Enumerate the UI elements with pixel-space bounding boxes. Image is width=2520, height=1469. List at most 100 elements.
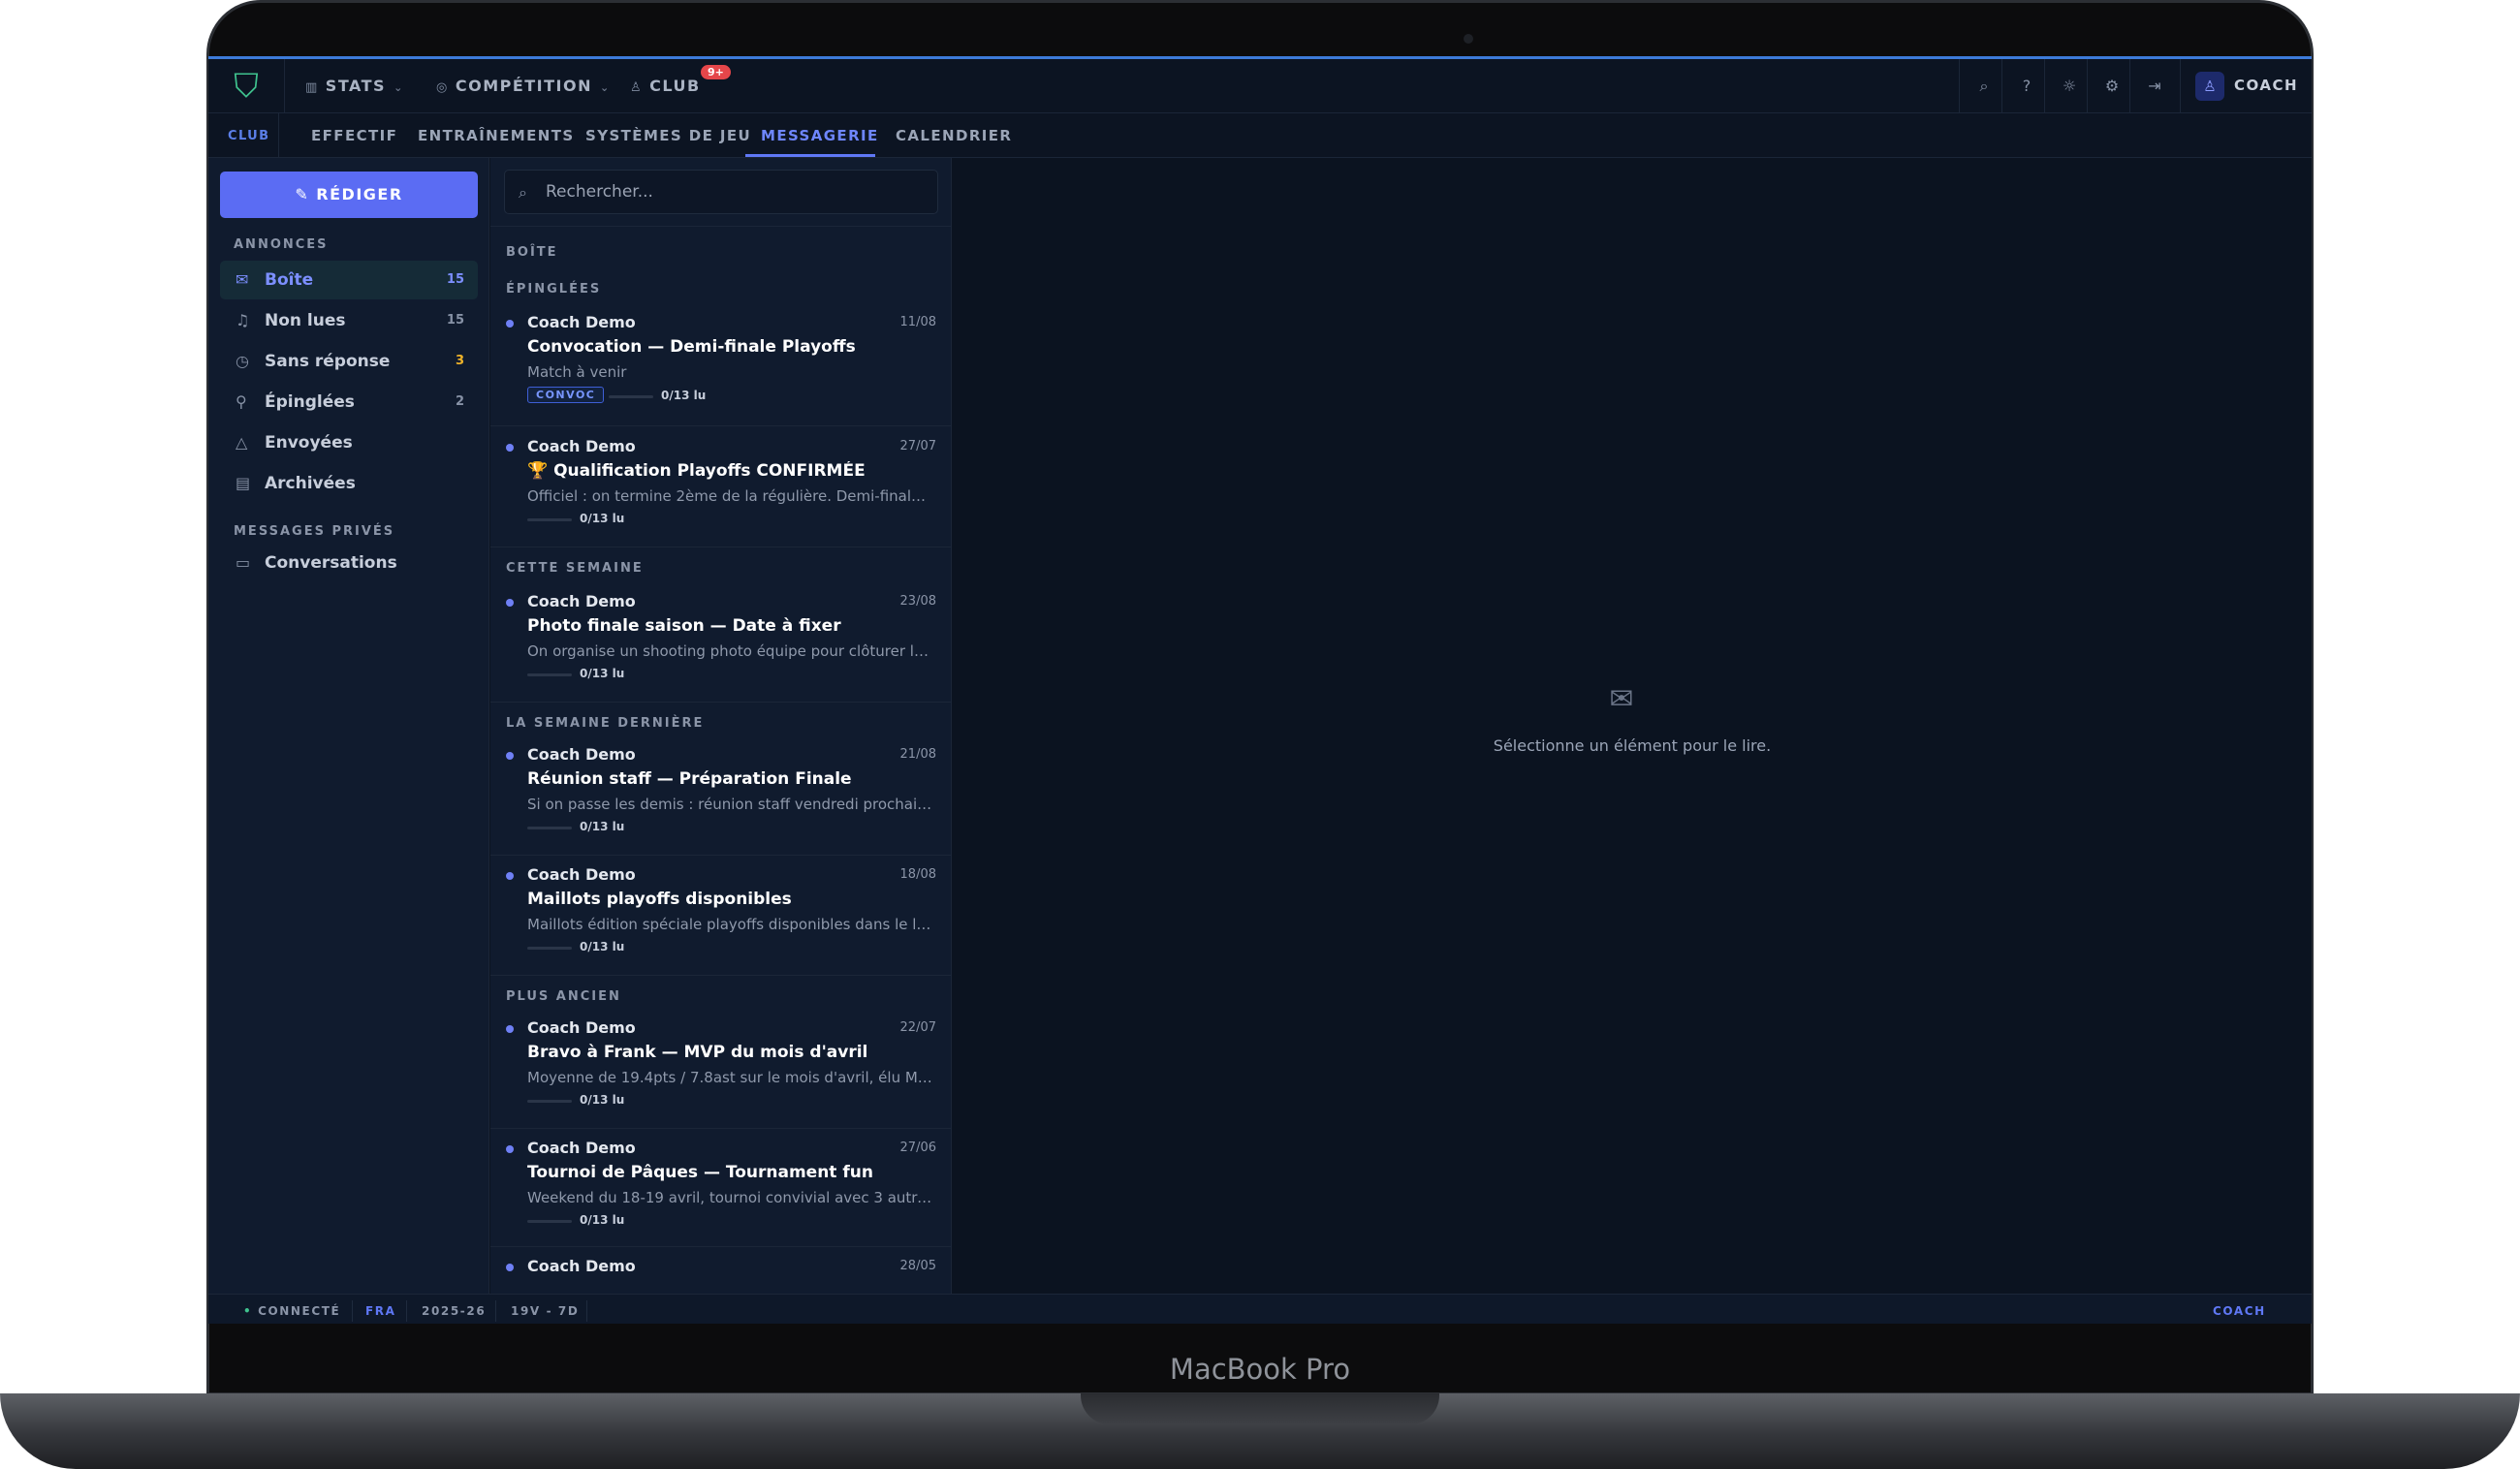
divider (352, 1300, 353, 1322)
message-preview: Weekend du 18-19 avril, tournoi convivia… (527, 1189, 934, 1206)
sidebar-item-label: Conversations (265, 553, 397, 573)
unread-dot (506, 320, 514, 328)
tab-effectif[interactable]: EFFECTIF (311, 127, 397, 144)
sidebar-item-label: Archivées (265, 474, 356, 493)
sidebar-item-count: 2 (455, 394, 464, 409)
message-sender: Coach Demo (527, 592, 636, 610)
logout-icon[interactable]: ⇥ (2143, 75, 2166, 98)
tab-systemes-de-jeu[interactable]: SYSTÈMES DE JEU (585, 127, 751, 144)
gear-icon[interactable]: ⚙ (2100, 75, 2124, 98)
notification-badge: 9+ (701, 65, 731, 79)
laptop-notch (1081, 1393, 1439, 1424)
group-header-this-week: CETTE SEMAINE (506, 561, 644, 576)
active-tab-indicator (745, 154, 875, 157)
top-bar: ⛉ ▥ STATS ⌄ ◎ COMPÉTITION ⌄ ♙ CLUB 9+ ⌕ ? ☼ ⚙… (208, 59, 2312, 113)
status-bar: • CONNECTÉ FRA 2025-26 19V - 7D COACH (208, 1294, 2312, 1324)
bar-chart-icon: ▥ (305, 80, 319, 95)
app-screen: ⛉ ▥ STATS ⌄ ◎ COMPÉTITION ⌄ ♙ CLUB 9+ ⌕ ? ☼ ⚙… (208, 56, 2312, 1324)
search-input[interactable] (546, 178, 924, 205)
user-avatar-icon[interactable]: ♙ (2195, 72, 2224, 101)
message-item[interactable]: Coach Demo 27/06 Tournoi de Pâques — Tou… (490, 1129, 951, 1247)
divider (284, 59, 285, 113)
sidebar-item-envoyees[interactable]: △ Envoyées (220, 423, 478, 462)
sidebar-item-non-lues[interactable]: ♫ Non lues 15 (220, 301, 478, 340)
nav-competition-label: COMPÉTITION (455, 77, 592, 95)
sidebar-item-conversations[interactable]: ▭ Conversations (220, 544, 478, 582)
sidebar-item-count: 15 (446, 272, 464, 287)
message-date: 23/08 (899, 594, 936, 609)
help-icon[interactable]: ? (2015, 75, 2038, 98)
message-item[interactable]: Coach Demo 27/07 🏆 Qualification Playoff… (490, 427, 951, 547)
unread-dot (506, 752, 514, 760)
message-list: ⌕ BOÎTE ÉPINGLÉES Coach Demo 11/08 Convo… (490, 158, 952, 1294)
sidebar-item-label: Boîte (265, 270, 314, 290)
archive-icon: ▤ (236, 474, 251, 492)
mail-icon: ✉ (236, 270, 249, 289)
sidebar-item-epinglees[interactable]: ⚲ Épinglées 2 (220, 383, 478, 422)
read-count: 0/13 lu (580, 1213, 625, 1227)
section-label: CLUB (228, 129, 270, 143)
message-item[interactable]: Coach Demo 23/08 Photo finale saison — D… (490, 582, 951, 703)
message-subject: 🏆 Qualification Playoffs CONFIRMÉE (527, 461, 866, 481)
sidebar-item-sans-reponse[interactable]: ◷ Sans réponse 3 (220, 342, 478, 381)
team-code: FRA (365, 1304, 396, 1318)
role-label: COACH (2213, 1304, 2266, 1318)
sidebar-item-label: Non lues (265, 311, 346, 330)
sidebar-item-count: 3 (455, 354, 464, 368)
message-date: 11/08 (899, 315, 936, 329)
users-icon: ♙ (630, 80, 644, 95)
message-item[interactable]: Coach Demo 28/05 (490, 1247, 951, 1294)
sidebar-item-archivees[interactable]: ▤ Archivées (220, 464, 478, 503)
read-count: 0/13 lu (661, 389, 707, 402)
message-preview: Si on passe les demis : réunion staff ve… (527, 796, 934, 813)
divider (586, 1300, 587, 1322)
mail-icon: ✉ (1609, 682, 1634, 716)
read-progress-bar (609, 395, 653, 398)
search-box[interactable]: ⌕ (504, 170, 938, 214)
message-subject: Tournoi de Pâques — Tournament fun (527, 1163, 873, 1182)
chevron-down-icon: ⌄ (600, 81, 611, 94)
read-progress-bar (527, 518, 572, 521)
divider (490, 226, 951, 227)
record-label: 19V - 7D (511, 1304, 580, 1318)
user-role-label[interactable]: COACH (2234, 77, 2298, 94)
unread-dot (506, 1025, 514, 1033)
pin-icon: ⚲ (236, 392, 247, 411)
message-subject: Réunion staff — Préparation Finale (527, 769, 852, 789)
compose-button[interactable]: ✎ RÉDIGER (220, 172, 478, 218)
nav-club-label: CLUB (649, 77, 701, 95)
unread-dot (506, 1145, 514, 1153)
nav-competition[interactable]: ◎ COMPÉTITION ⌄ (436, 77, 611, 95)
camera-dot (1464, 34, 1473, 44)
read-progress-bar (527, 827, 572, 829)
tab-calendrier[interactable]: CALENDRIER (896, 127, 1012, 144)
unread-dot (506, 1264, 514, 1271)
app-logo-icon[interactable]: ⛉ (228, 67, 265, 106)
search-icon: ⌕ (519, 183, 527, 202)
divider (2087, 59, 2088, 113)
empty-state-text: Sélectionne un élément pour le lire. (1493, 736, 1772, 755)
divider (278, 113, 279, 158)
search-icon[interactable]: ⌕ (1972, 75, 1996, 98)
message-item[interactable]: Coach Demo 22/07 Bravo à Frank — MVP du … (490, 1009, 951, 1129)
message-sender: Coach Demo (527, 1018, 636, 1037)
sidebar-item-label: Envoyées (265, 433, 353, 453)
divider (2129, 59, 2130, 113)
tab-messagerie[interactable]: MESSAGERIE (761, 127, 879, 144)
divider (2044, 59, 2045, 113)
message-item[interactable]: Coach Demo 11/08 Convocation — Demi-fina… (490, 303, 951, 426)
nav-club[interactable]: ♙ CLUB (630, 77, 701, 95)
message-subject: Maillots playoffs disponibles (527, 890, 792, 909)
theme-sun-icon[interactable]: ☼ (2058, 75, 2081, 98)
message-date: 21/08 (899, 747, 936, 762)
unread-dot (506, 872, 514, 880)
message-sender: Coach Demo (527, 437, 636, 455)
message-sender: Coach Demo (527, 313, 636, 331)
message-item[interactable]: Coach Demo 18/08 Maillots playoffs dispo… (490, 856, 951, 976)
message-subject: Photo finale saison — Date à fixer (527, 616, 841, 636)
sidebar-item-boite[interactable]: ✉ Boîte 15 (220, 261, 478, 299)
nav-stats[interactable]: ▥ STATS ⌄ (305, 77, 404, 95)
tab-entrainements[interactable]: ENTRAÎNEMENTS (418, 127, 575, 144)
message-item[interactable]: Coach Demo 21/08 Réunion staff — Prépara… (490, 735, 951, 856)
season-label: 2025-26 (422, 1304, 487, 1318)
